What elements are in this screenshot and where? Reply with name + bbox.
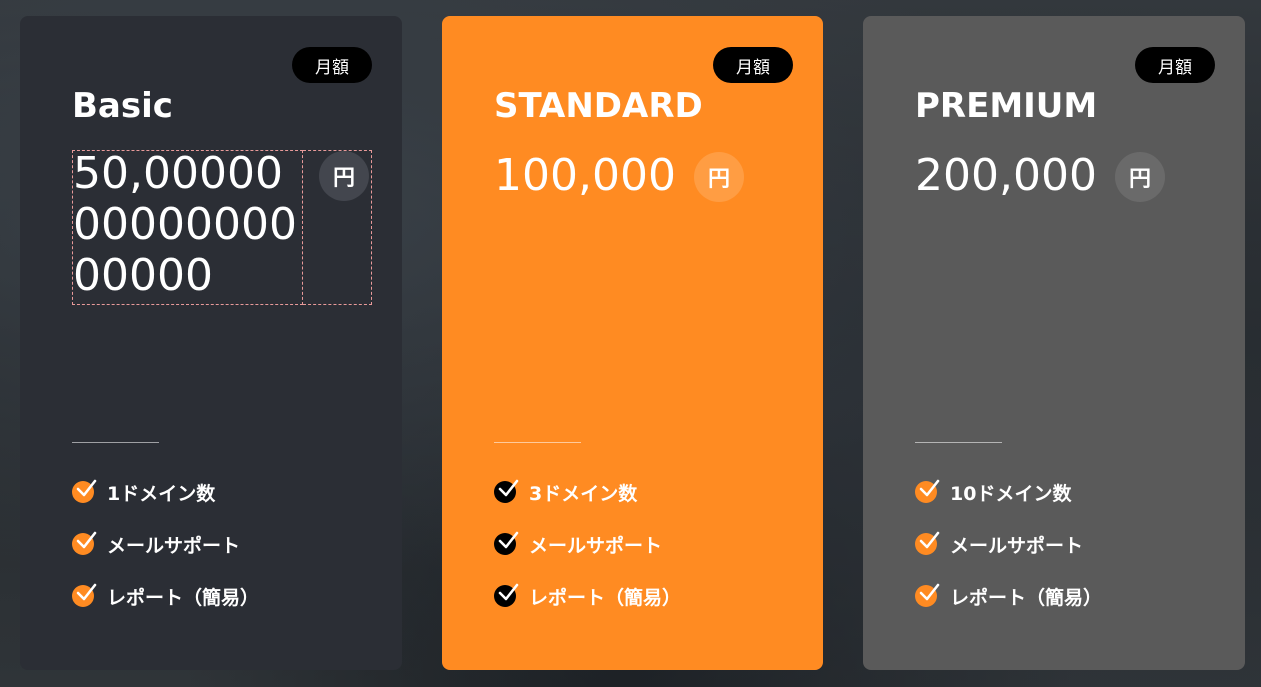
feature-item: レポート（簡易） — [494, 582, 681, 610]
price-row: 50,000000000000000000 円 — [72, 150, 372, 305]
divider — [494, 442, 581, 443]
billing-badge: 月額 — [1135, 47, 1215, 83]
feature-item: メールサポート — [494, 530, 681, 558]
feature-label: 1ドメイン数 — [107, 482, 216, 505]
check-icon — [72, 479, 97, 503]
price-row: 100,000 円 — [494, 150, 744, 202]
price-row: 200,000 円 — [915, 150, 1165, 202]
feature-list: 1ドメイン数 メールサポート レポート（簡易） — [72, 478, 259, 634]
feature-label: レポート（簡易） — [529, 586, 682, 609]
price-amount: 200,000 — [915, 150, 1097, 201]
feature-label: メールサポート — [950, 534, 1084, 557]
feature-label: 10ドメイン数 — [950, 482, 1072, 505]
currency-badge: 円 — [693, 152, 744, 202]
price-amount: 100,000 — [494, 150, 676, 201]
plan-card-premium: 月額 PREMIUM 200,000 円 10ドメイン数 メールサポート レポー… — [863, 16, 1245, 670]
plan-name: Basic — [72, 86, 173, 126]
check-icon — [915, 531, 940, 555]
feature-item: 10ドメイン数 — [915, 478, 1102, 506]
feature-label: 3ドメイン数 — [529, 482, 638, 505]
check-icon — [915, 479, 940, 503]
feature-list: 10ドメイン数 メールサポート レポート（簡易） — [915, 478, 1102, 634]
currency-badge: 円 — [319, 151, 369, 201]
plan-card-basic: 月額 Basic 50,000000000000000000 円 1ドメイン数 … — [20, 16, 402, 670]
feature-label: メールサポート — [107, 534, 241, 557]
feature-item: レポート（簡易） — [915, 582, 1102, 610]
check-icon — [494, 531, 519, 555]
feature-item: 1ドメイン数 — [72, 478, 259, 506]
divider — [915, 442, 1002, 443]
currency-box[interactable]: 円 — [303, 150, 372, 305]
divider — [72, 442, 159, 443]
feature-item: メールサポート — [72, 530, 259, 558]
plan-name: STANDARD — [494, 86, 703, 126]
feature-label: メールサポート — [529, 534, 663, 557]
feature-item: レポート（簡易） — [72, 582, 259, 610]
price-amount: 50,000000000000000000 — [73, 150, 297, 301]
feature-item: 3ドメイン数 — [494, 478, 681, 506]
plan-card-standard: 月額 STANDARD 100,000 円 3ドメイン数 メールサポート レポー… — [442, 16, 823, 670]
feature-item: メールサポート — [915, 530, 1102, 558]
check-icon — [494, 479, 519, 503]
feature-label: レポート（簡易） — [107, 586, 260, 609]
check-icon — [494, 583, 519, 607]
check-icon — [915, 583, 940, 607]
billing-badge: 月額 — [292, 47, 372, 83]
currency-badge: 円 — [1114, 152, 1165, 202]
feature-label: レポート（簡易） — [950, 586, 1103, 609]
plan-name: PREMIUM — [915, 86, 1098, 126]
price-box[interactable]: 50,000000000000000000 — [72, 150, 303, 305]
check-icon — [72, 583, 97, 607]
billing-badge: 月額 — [713, 47, 793, 83]
check-icon — [72, 531, 97, 555]
feature-list: 3ドメイン数 メールサポート レポート（簡易） — [494, 478, 681, 634]
